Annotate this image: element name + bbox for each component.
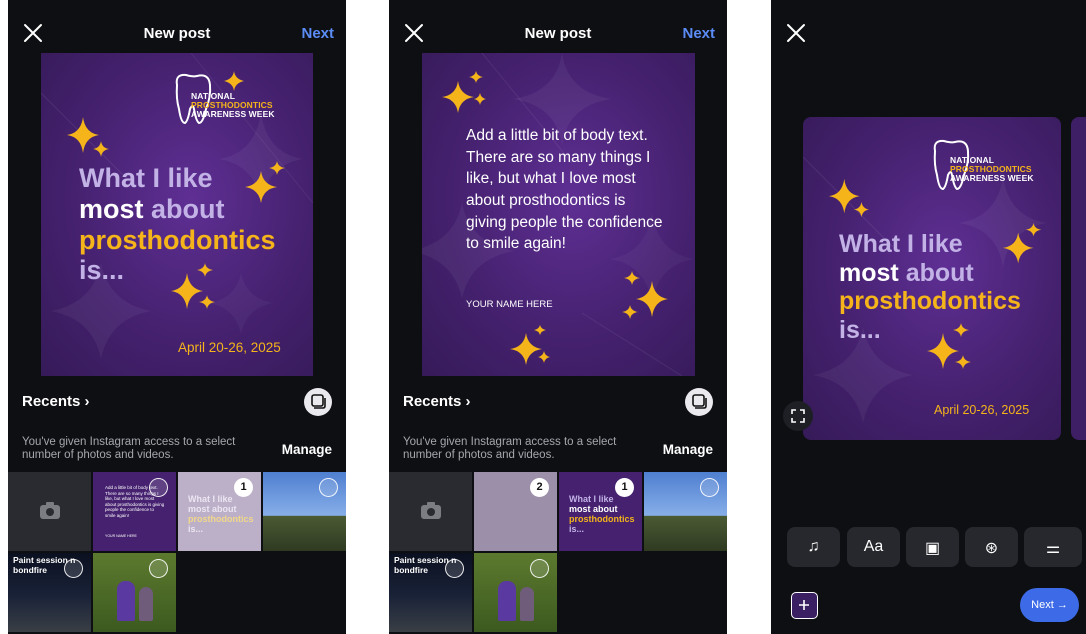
select-badge[interactable]	[149, 559, 168, 578]
grid-photo[interactable]: Add a little bit of body text. There are…	[93, 472, 176, 551]
sparkle-icon	[510, 325, 550, 365]
person-figure	[139, 587, 153, 621]
plus-icon	[799, 600, 809, 610]
grid-photo-selected[interactable]: What I like most about prosthodontics is…	[559, 472, 642, 551]
sparkle-icon	[622, 271, 668, 319]
sparkle-icon	[171, 263, 215, 309]
sparkle-icon	[442, 71, 486, 113]
grid-photo-selected[interactable]: 2	[474, 472, 557, 551]
event-date: April 20-26, 2025	[934, 403, 1030, 417]
chevron-right-icon: ›	[465, 393, 471, 410]
logo-text: NATIONAL PROSTHODONTICS AWARENESS WEEK	[950, 155, 1034, 183]
top-bar: New post Next	[8, 16, 346, 52]
new-post-screen-2: New post Next Add a little bit of body t…	[389, 0, 727, 634]
select-badge[interactable]	[445, 559, 464, 578]
author-name: YOUR NAME HERE	[466, 299, 553, 310]
text-icon: Aa	[863, 538, 884, 555]
select-badge[interactable]	[149, 478, 168, 497]
sticker-icon: ▣	[924, 540, 941, 557]
close-icon[interactable]	[785, 22, 807, 44]
sparkle-icon	[828, 178, 870, 218]
logo-text: NATIONAL PROSTHODONTICS AWARENESS WEEK	[191, 91, 275, 119]
post-preview[interactable]: NATIONAL PROSTHODONTICS AWARENESS WEEK W…	[41, 53, 313, 376]
next-button[interactable]: Next	[682, 25, 715, 42]
text-button[interactable]: Aa	[847, 527, 900, 567]
new-post-screen-1: New post Next NATIONAL PROSTHODONTICS AW…	[8, 0, 346, 634]
person-figure	[498, 581, 516, 621]
select-badge[interactable]	[700, 478, 719, 497]
select-badge[interactable]: 2	[530, 478, 549, 497]
grid-photo[interactable]: Paint session n bondfire	[8, 553, 91, 632]
grid-photo[interactable]: Paint session n bondfire	[389, 553, 472, 632]
filter-icon: ⊛	[984, 540, 999, 557]
select-badge[interactable]: 1	[234, 478, 253, 497]
camera-icon	[40, 502, 60, 519]
event-date: April 20-26, 2025	[178, 340, 281, 355]
select-badge[interactable]	[530, 559, 549, 578]
add-media-button[interactable]	[791, 592, 818, 619]
grid-photo-selected[interactable]: What I like most about prosthodontics is…	[178, 472, 261, 551]
page-title: New post	[524, 25, 592, 42]
chevron-right-icon: ›	[84, 393, 90, 410]
post-preview[interactable]: NATIONAL PROSTHODONTICS AWARENESS WEEK W…	[803, 117, 1061, 440]
person-figure	[520, 587, 534, 621]
manage-button[interactable]: Manage	[663, 442, 713, 457]
recents-dropdown[interactable]: Recents ›	[403, 393, 471, 410]
adjust-icon: ⚌	[1045, 540, 1061, 557]
access-notice: You've given Instagram access to a selec…	[22, 436, 236, 461]
music-icon: ♫	[807, 538, 820, 555]
manage-button[interactable]: Manage	[282, 442, 332, 457]
sticker-button[interactable]: ▣	[906, 527, 959, 567]
grid-photo[interactable]	[644, 472, 727, 551]
post-body-text: Add a little bit of body text. There are…	[466, 127, 663, 253]
multi-select-button[interactable]	[304, 388, 332, 416]
adjust-button[interactable]: ⚌	[1024, 527, 1082, 567]
select-badge[interactable]	[64, 559, 83, 578]
thumb-headline: What I like most about prosthodontics is…	[188, 494, 254, 534]
sparkle-icon	[224, 71, 244, 91]
camera-tile[interactable]	[389, 472, 472, 551]
top-bar	[771, 16, 1086, 52]
multi-select-button[interactable]	[685, 388, 713, 416]
expand-icon	[791, 409, 805, 423]
expand-button[interactable]	[783, 401, 813, 431]
sparkle-icon	[927, 323, 971, 369]
person-figure	[117, 581, 135, 621]
edit-post-screen: NATIONAL PROSTHODONTICS AWARENESS WEEK W…	[771, 0, 1086, 634]
next-button[interactable]: Next →	[1020, 588, 1079, 622]
page-title: New post	[143, 25, 211, 42]
top-bar: New post Next	[389, 16, 727, 52]
edit-toolbar: ♫ Aa ▣ ⊛ ⚌	[787, 527, 1086, 567]
select-badge[interactable]: 1	[615, 478, 634, 497]
recents-dropdown[interactable]: Recents ›	[22, 393, 90, 410]
next-button[interactable]: Next	[301, 25, 334, 42]
select-badge[interactable]	[319, 478, 338, 497]
camera-tile[interactable]	[8, 472, 91, 551]
next-slide-peek[interactable]	[1071, 117, 1086, 440]
filter-button[interactable]: ⊛	[965, 527, 1018, 567]
layers-icon	[692, 394, 707, 409]
layers-icon	[311, 394, 326, 409]
music-button[interactable]: ♫	[787, 527, 840, 567]
grid-photo[interactable]	[93, 553, 176, 632]
grid-photo[interactable]	[263, 472, 346, 551]
grid-photo[interactable]	[474, 553, 557, 632]
camera-icon	[421, 502, 441, 519]
thumb-headline: What I like most about prosthodontics is…	[569, 494, 635, 534]
access-notice: You've given Instagram access to a selec…	[403, 436, 617, 461]
post-preview[interactable]: Add a little bit of body text. There are…	[422, 53, 695, 376]
sparkle-icon	[67, 117, 109, 157]
